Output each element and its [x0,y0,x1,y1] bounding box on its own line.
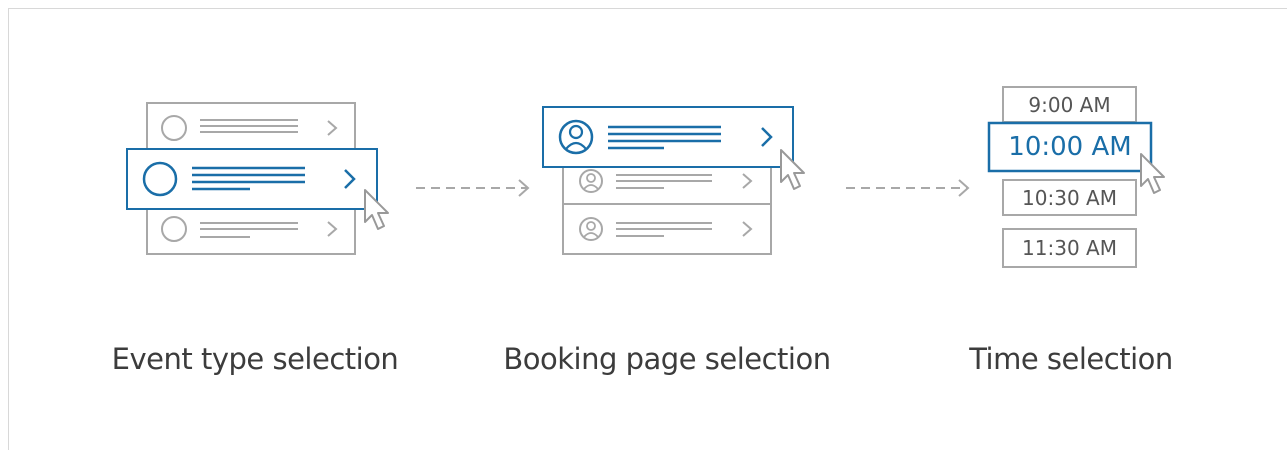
event-type-card-1 [146,102,356,154]
event-type-card-selected [126,148,378,210]
time-slot-label: 11:30 AM [1022,236,1117,260]
step-label-booking-page: Booking page selection [503,342,831,376]
event-type-card-3 [146,203,356,255]
time-slot-selected: 10:00 AM [987,121,1153,173]
booking-flow-diagram: 9:00 AM 10:30 AM 11:30 AM 10:00 AM [126,86,1165,268]
time-slot-label: 10:30 AM [1022,186,1117,210]
selected-time-label: 10:00 AM [1008,132,1131,162]
arrow-right-icon [416,179,530,197]
time-slot-1: 9:00 AM [1002,86,1137,123]
step-label-event-type: Event type selection [111,342,399,376]
arrow-right-icon [846,179,970,197]
time-slot-3: 10:30 AM [1002,179,1137,216]
cursor-icon [1140,153,1165,194]
time-slot-label: 9:00 AM [1028,93,1110,117]
event-type-illustration [126,102,389,255]
booking-page-card-selected [542,106,794,168]
step-label-time: Time selection [969,342,1173,376]
time-slot-4: 11:30 AM [1002,228,1137,268]
booking-page-card-3 [562,203,772,255]
time-selection-illustration: 9:00 AM 10:30 AM 11:30 AM 10:00 AM [987,86,1165,268]
booking-page-illustration [542,106,805,255]
